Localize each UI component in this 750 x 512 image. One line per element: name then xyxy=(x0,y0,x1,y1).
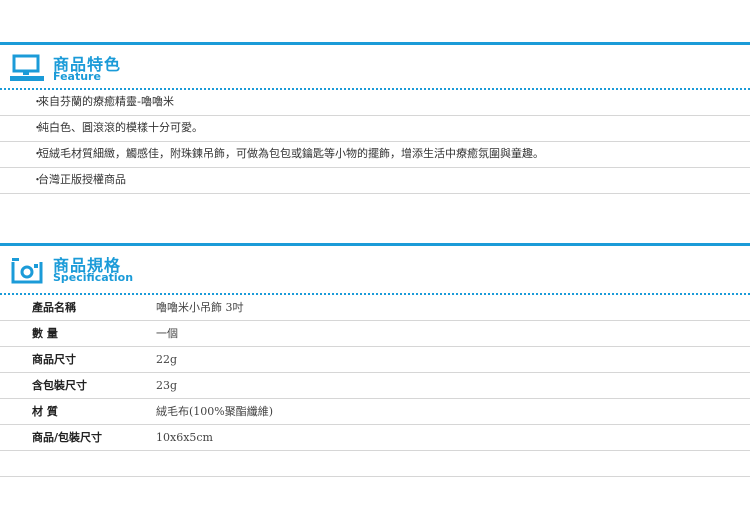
spec-row: 含包裝尺寸 23g xyxy=(0,373,750,399)
feature-item-text: 台灣正版授權商品 xyxy=(38,173,126,186)
spec-section: 商品規格 Specification xyxy=(0,243,750,288)
spec-header: 商品規格 Specification xyxy=(0,246,750,288)
camera-frame-icon xyxy=(10,254,44,290)
spec-value: 10x6x5cm xyxy=(156,431,213,444)
spec-row-empty xyxy=(0,451,750,477)
feature-item: ・ 短絨毛材質細緻，觸感佳，附珠鍊吊飾，可做為包包或鑰匙等小物的擺飾，增添生活中… xyxy=(0,141,750,168)
spec-value: 絨毛布(100%聚酯纖維) xyxy=(156,405,274,418)
feature-item: ・ 純白色、圓滾滾的模樣十分可愛。 xyxy=(0,115,750,142)
feature-section: 商品特色 Feature xyxy=(0,42,750,87)
feature-subtitle: Feature xyxy=(53,70,101,83)
spec-subtitle: Specification xyxy=(53,271,134,284)
spec-value: 嚕嚕米小吊飾 3吋 xyxy=(156,301,244,314)
spec-row: 數 量 一個 xyxy=(0,321,750,347)
feature-item: ・ 來自芬蘭的療癒精靈-嚕嚕米 xyxy=(0,89,750,116)
spec-label: 數 量 xyxy=(32,327,58,340)
spec-label: 產品名稱 xyxy=(32,301,76,314)
feature-item: ・ 台灣正版授權商品 xyxy=(0,167,750,194)
spec-value: 一個 xyxy=(156,327,178,340)
feature-item-text: 短絨毛材質細緻，觸感佳，附珠鍊吊飾，可做為包包或鑰匙等小物的擺飾，增添生活中療癒… xyxy=(38,147,544,160)
spec-value: 22g xyxy=(156,353,178,366)
spec-label: 商品/包裝尺寸 xyxy=(32,431,103,444)
spec-row: 材 質 絨毛布(100%聚酯纖維) xyxy=(0,399,750,425)
spec-row: 產品名稱 嚕嚕米小吊飾 3吋 xyxy=(0,295,750,321)
spec-row: 商品/包裝尺寸 10x6x5cm xyxy=(0,425,750,451)
spec-label: 材 質 xyxy=(32,405,58,418)
feature-item-text: 來自芬蘭的療癒精靈-嚕嚕米 xyxy=(38,95,174,108)
spec-row: 商品尺寸 22g xyxy=(0,347,750,373)
feature-item-text: 純白色、圓滾滾的模樣十分可愛。 xyxy=(38,121,203,134)
spec-label: 商品尺寸 xyxy=(32,353,76,366)
monitor-icon xyxy=(10,53,44,87)
spec-label: 含包裝尺寸 xyxy=(32,379,87,392)
spec-value: 23g xyxy=(156,379,178,392)
feature-header: 商品特色 Feature xyxy=(0,45,750,87)
